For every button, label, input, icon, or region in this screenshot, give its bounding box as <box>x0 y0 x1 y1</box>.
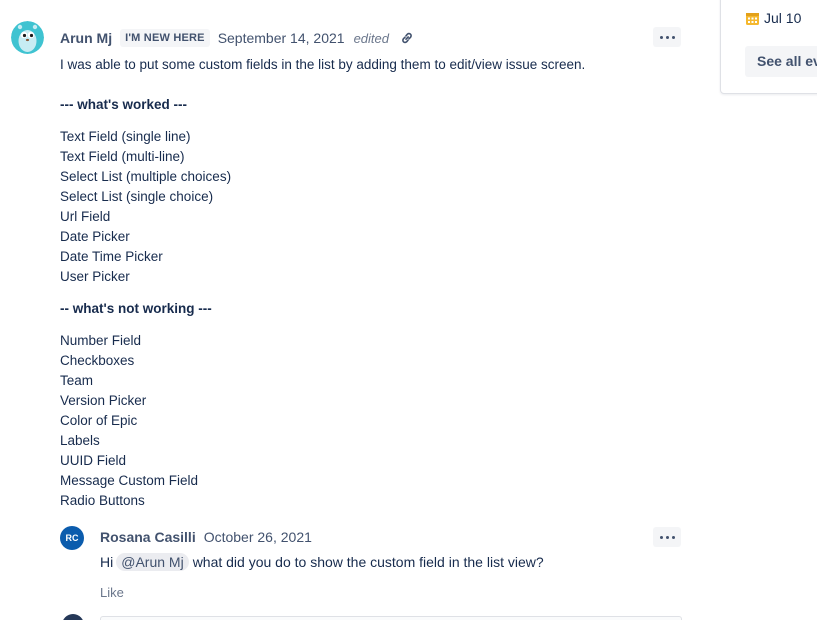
comment-header: Arun Mj I'M NEW HERE September 14, 2021 … <box>60 29 414 47</box>
more-icon <box>659 535 663 539</box>
avatar[interactable] <box>11 21 44 54</box>
comment-intro: I was able to put some custom fields in … <box>60 57 586 72</box>
current-user-avatar <box>62 614 84 620</box>
comment-date[interactable]: September 14, 2021 <box>218 30 345 46</box>
list-item: Version Picker <box>60 393 147 408</box>
reply-avatar[interactable]: RC <box>60 526 84 550</box>
list-item: Team <box>60 373 94 388</box>
event-date-label: Jul 10 <box>764 10 802 26</box>
list-item: Text Field (multi-line) <box>60 149 185 164</box>
list-item: Labels <box>60 433 100 448</box>
list-item: Url Field <box>60 209 111 224</box>
worked-heading: --- what's worked --- <box>60 97 187 112</box>
mention-chip[interactable]: @Arun Mj <box>116 553 189 571</box>
see-all-events-button[interactable]: See all events <box>745 46 817 77</box>
more-icon <box>659 35 663 39</box>
reply-input[interactable] <box>100 616 682 620</box>
list-item: Text Field (single line) <box>60 129 191 144</box>
reply-header: Rosana Casilli October 26, 2021 <box>100 529 312 545</box>
more-actions-button[interactable] <box>653 27 681 47</box>
comment-body: I was able to put some custom fields in … <box>60 55 585 511</box>
reply-text: what did you do to show the custom field… <box>192 554 544 570</box>
reply-date[interactable]: October 26, 2021 <box>204 529 312 545</box>
list-item: Date Time Picker <box>60 249 163 264</box>
list-item: UUID Field <box>60 453 127 468</box>
list-item: Message Custom Field <box>60 473 199 488</box>
edited-label: edited <box>353 30 389 46</box>
list-item: Number Field <box>60 333 142 348</box>
calendar-icon <box>745 11 760 26</box>
list-item: Color of Epic <box>60 413 138 428</box>
list-item: Select List (multiple choices) <box>60 169 232 184</box>
link-icon[interactable] <box>400 31 414 45</box>
list-item: Date Picker <box>60 229 130 244</box>
event-date[interactable]: Jul 10 <box>745 10 801 26</box>
reply-author-name[interactable]: Rosana Casilli <box>100 529 196 545</box>
like-button[interactable]: Like <box>100 585 124 600</box>
list-item: User Picker <box>60 269 130 284</box>
author-name[interactable]: Arun Mj <box>60 30 112 46</box>
list-item: Select List (single choice) <box>60 189 214 204</box>
list-item: Checkboxes <box>60 353 135 368</box>
list-item: Radio Buttons <box>60 493 145 508</box>
reply-body: Hi @Arun Mj what did you do to show the … <box>100 553 544 571</box>
reply-greeting: Hi <box>100 554 114 570</box>
reply-more-actions-button[interactable] <box>653 527 681 547</box>
not-working-heading: -- what's not working --- <box>60 301 212 316</box>
status-badge: I'M NEW HERE <box>120 29 210 47</box>
